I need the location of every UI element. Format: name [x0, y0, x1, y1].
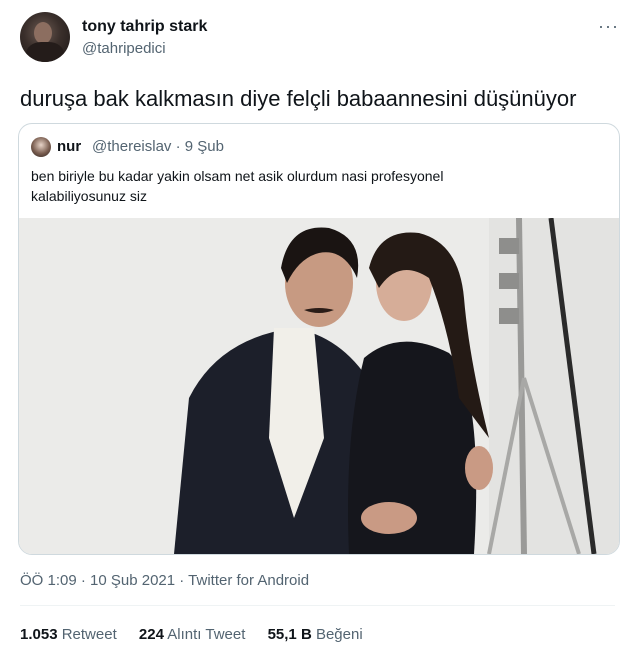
- likes-stat[interactable]: 55,1 B Beğeni: [268, 626, 363, 643]
- quoted-author-name: nur: [57, 138, 82, 155]
- quoted-text-line-1: ben biriyle bu kadar yakin olsam net asi…: [31, 168, 444, 184]
- quote-tweets-label: Alıntı Tweet: [167, 626, 246, 643]
- likes-label: Beğeni: [315, 626, 363, 643]
- divider: [20, 605, 615, 606]
- tweet-text: duruşa bak kalkmasın diye felçli babaann…: [20, 86, 577, 111]
- tweet: tony tahrip stark @tahripedici ··· duruş…: [0, 0, 635, 657]
- retweets-label: Retweet: [61, 626, 117, 643]
- more-horizontal-icon[interactable]: ···: [598, 16, 619, 37]
- quoted-text-line-2: kalabiliyosunuz siz: [31, 188, 147, 204]
- retweets-count: 1.053: [20, 626, 58, 643]
- avatar-body: [26, 42, 64, 62]
- quoted-tweet-text: ben biriyle bu kadar yakin olsam net asi…: [31, 166, 591, 206]
- tweet-timestamp-source[interactable]: ÖÖ 1:09 · 10 Şub 2021 · Twitter for Andr…: [20, 572, 309, 589]
- quoted-author-avatar: [31, 137, 51, 157]
- photo-illustration: [19, 217, 619, 554]
- quoted-tweet[interactable]: nur @thereislav · 9 Şub ben biriyle bu k…: [18, 123, 620, 555]
- quote-tweets-count: 224: [138, 626, 164, 643]
- engagement-stats: 1.053 Retweet 224 Alıntı Tweet 55,1 B Be…: [20, 626, 381, 643]
- likes-count: 55,1 B: [267, 626, 312, 643]
- quote-tweets-stat[interactable]: 224 Alıntı Tweet: [139, 626, 245, 643]
- quoted-author-handle-date: @thereislav · 9 Şub: [92, 138, 224, 155]
- quoted-tweet-photo[interactable]: [19, 217, 619, 554]
- author-handle[interactable]: @tahripedici: [82, 40, 166, 57]
- retweets-stat[interactable]: 1.053 Retweet: [20, 626, 117, 643]
- avatar-face: [34, 22, 52, 44]
- author-avatar[interactable]: [20, 12, 70, 62]
- author-name[interactable]: tony tahrip stark: [82, 18, 207, 36]
